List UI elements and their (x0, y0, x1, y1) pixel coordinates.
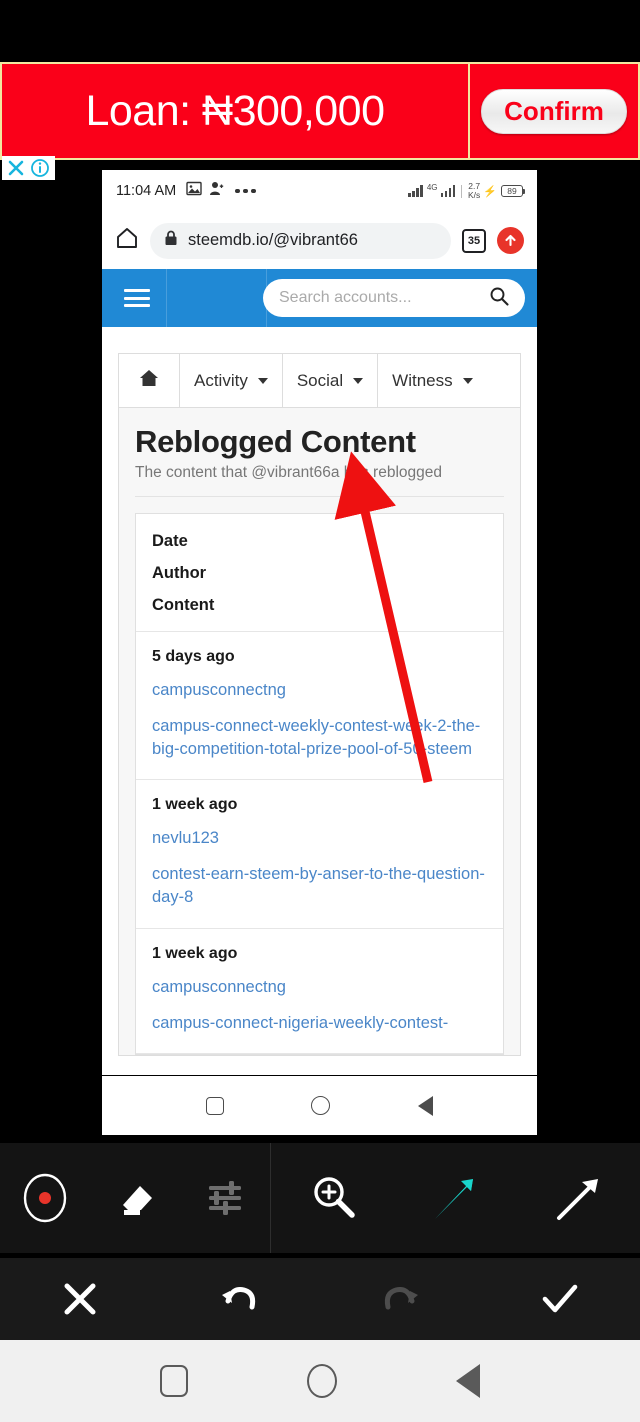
eraser-tool[interactable] (102, 1165, 168, 1231)
row-date: 1 week ago (152, 944, 238, 962)
search-input[interactable] (279, 289, 489, 307)
tab-activity[interactable]: Activity (180, 354, 283, 407)
info-icon[interactable] (30, 158, 50, 178)
white-arrow-tool[interactable] (546, 1165, 612, 1231)
back-triangle-icon[interactable] (418, 1095, 434, 1116)
hamburger-menu-icon[interactable] (124, 289, 150, 307)
row-author-link[interactable]: nevlu123 (152, 827, 487, 850)
table-row: 1 week ago campusconnectng campus-connec… (136, 929, 503, 1054)
page-subtitle: The content that @vibrant66a has reblogg… (135, 464, 504, 497)
column-header-date: Date (152, 532, 188, 550)
network-type-label: 4G (426, 182, 438, 192)
status-bar: 11:04 AM 4G 2.7 K/s ⚡ 89 (102, 170, 537, 212)
column-header-content: Content (152, 596, 215, 614)
search-icon[interactable] (489, 286, 509, 311)
editor-tools-right (271, 1143, 640, 1253)
signal-bars-icon-2 (440, 185, 456, 197)
table-header: Date Author Content (136, 514, 503, 632)
more-dots-icon (235, 188, 256, 194)
captured-android-navbar (102, 1075, 537, 1135)
upload-arrow-icon[interactable] (497, 227, 524, 254)
chevron-down-icon (353, 377, 364, 384)
url-text: steemdb.io/@vibrant66 (188, 231, 358, 249)
cyan-arrow-tool[interactable] (423, 1165, 489, 1231)
status-system-icons: 4G 2.7 K/s ⚡ 89 (408, 181, 525, 200)
row-date: 5 days ago (152, 648, 235, 665)
editor-toolbar (0, 1143, 640, 1253)
ad-confirm-button[interactable]: Confirm (481, 88, 627, 134)
cancel-button[interactable] (0, 1258, 160, 1340)
ad-cta-area[interactable]: Confirm (470, 62, 640, 160)
browser-toolbar: steemdb.io/@vibrant66 35 (102, 212, 537, 269)
home-icon (139, 369, 159, 392)
content-tabbar: Activity Social Witness (118, 353, 521, 407)
status-notification-icons (186, 181, 256, 201)
tab-count-button[interactable]: 35 (462, 228, 486, 253)
home-circle-icon[interactable] (306, 1364, 337, 1398)
editor-tools-left (0, 1143, 271, 1253)
tab-witness[interactable]: Witness (378, 354, 487, 407)
tab-home[interactable] (119, 354, 180, 407)
person-add-icon (209, 181, 225, 201)
table-row: 1 week ago nevlu123 contest-earn-steem-b… (136, 780, 503, 929)
status-time: 11:04 AM (116, 183, 177, 199)
lock-icon (164, 230, 178, 251)
chevron-down-icon (257, 377, 268, 384)
recents-square-icon[interactable] (159, 1365, 188, 1397)
row-date: 1 week ago (152, 796, 238, 814)
row-content-link[interactable]: campus-connect-weekly-contest-week-2-the… (152, 715, 487, 761)
battery-level: 89 (501, 185, 525, 197)
ad-badges (2, 156, 55, 180)
table-row: 5 days ago campusconnectng campus-connec… (136, 632, 503, 781)
signal-bars-icon (408, 185, 423, 197)
site-navbar (102, 269, 537, 327)
recents-square-icon[interactable] (205, 1096, 224, 1115)
zoom-in-tool[interactable] (300, 1165, 366, 1231)
editor-action-bar (0, 1258, 640, 1340)
image-icon (186, 181, 202, 201)
tab-social-label: Social (296, 370, 344, 390)
tab-witness-label: Witness (392, 370, 453, 390)
redo-button (320, 1258, 480, 1340)
chevron-down-icon (462, 377, 473, 384)
url-bar[interactable]: steemdb.io/@vibrant66 (150, 222, 451, 259)
data-rate: 2.7 K/s (468, 181, 481, 200)
system-navbar (0, 1340, 640, 1422)
home-circle-icon[interactable] (311, 1096, 331, 1115)
tab-social[interactable]: Social (282, 354, 379, 407)
ad-banner[interactable]: Loan: ₦300,000 Confirm (0, 62, 640, 180)
row-content-link[interactable]: campus-connect-nigeria-weekly-contest- (152, 1012, 487, 1035)
charging-bolt-icon: ⚡ (483, 185, 497, 198)
close-icon[interactable] (6, 158, 26, 178)
tab-activity-label: Activity (194, 370, 248, 390)
row-author-link[interactable]: campusconnectng (152, 679, 487, 702)
content-panel: Reblogged Content The content that @vibr… (118, 407, 521, 1056)
color-picker-tool[interactable] (12, 1165, 78, 1231)
undo-button[interactable] (160, 1258, 320, 1340)
sliders-tool[interactable] (192, 1165, 258, 1231)
page-title: Reblogged Content (135, 424, 416, 459)
row-content-link[interactable]: contest-earn-steem-by-anser-to-the-quest… (152, 863, 487, 909)
captured-screenshot: 11:04 AM 4G 2.7 K/s ⚡ 89 steemdb.io/@vib… (101, 170, 538, 1135)
reblog-table: Date Author Content 5 days ago campuscon… (135, 513, 504, 1055)
page-body: Activity Social Witness Reblogged Conten… (102, 327, 537, 1075)
column-header-author: Author (152, 564, 207, 582)
confirm-button[interactable] (480, 1258, 640, 1340)
row-author-link[interactable]: campusconnectng (152, 976, 487, 999)
ad-headline: Loan: ₦300,000 (85, 86, 385, 135)
search-accounts-field[interactable] (263, 279, 525, 317)
home-icon[interactable] (115, 226, 139, 255)
screen-root: Loan: ₦300,000 Confirm 11:04 AM 4G 2.7 K… (0, 0, 640, 1422)
back-triangle-icon[interactable] (456, 1364, 481, 1398)
ad-headline-area[interactable]: Loan: ₦300,000 (0, 62, 470, 180)
